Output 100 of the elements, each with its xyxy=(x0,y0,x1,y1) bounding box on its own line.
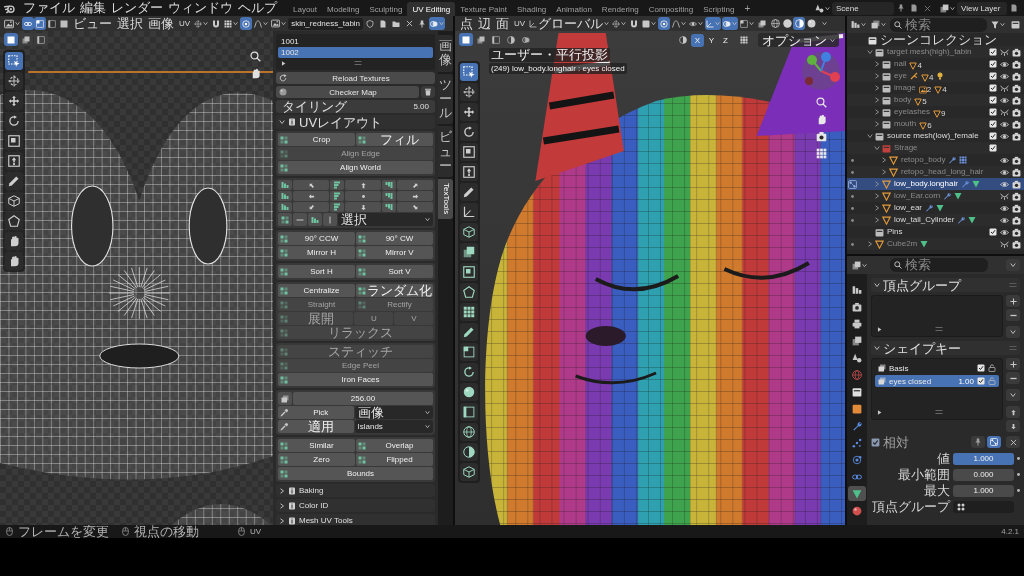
move-down-button[interactable] xyxy=(1006,420,1020,432)
orientation-dropdown[interactable]: グローバル xyxy=(528,17,611,30)
tool-button[interactable]: Flipped xyxy=(356,453,433,466)
align-button[interactable] xyxy=(278,202,292,212)
tiling-field[interactable]: タイリング 5.00 xyxy=(276,100,435,113)
workspace-tab[interactable]: Scripting xyxy=(698,2,740,16)
hand-icon[interactable] xyxy=(250,68,261,79)
tool-button[interactable]: Zero xyxy=(278,453,355,466)
editor-type-dropdown[interactable] xyxy=(3,17,21,30)
closed-eye-icon[interactable] xyxy=(1000,107,1009,117)
sidebar-tab[interactable]: 画像 xyxy=(438,35,453,72)
proportional-button[interactable] xyxy=(240,17,253,30)
workspace-tab[interactable]: Sculpting xyxy=(364,2,408,16)
view-layer-field[interactable]: View Layer xyxy=(957,1,1007,15)
chevron-right-icon[interactable] xyxy=(874,97,880,103)
bevel-tool-button[interactable] xyxy=(460,283,478,301)
checkbox-icon[interactable] xyxy=(988,48,997,56)
sidebar-tab[interactable]: ツール xyxy=(438,73,453,125)
overlay-toggle[interactable] xyxy=(429,17,446,30)
align-arrow-button[interactable] xyxy=(397,180,433,190)
menu-item[interactable]: ファイル xyxy=(21,1,77,15)
workspace-tab[interactable]: Compositing xyxy=(643,2,699,16)
density-button[interactable] xyxy=(278,392,292,405)
chevron-right-icon[interactable] xyxy=(867,241,873,247)
tool-button[interactable]: Sort V xyxy=(356,265,433,278)
mode-dropdown[interactable]: Islands xyxy=(354,420,433,433)
menu-item[interactable]: レンダー xyxy=(109,1,165,15)
mirror-axis-toggle[interactable]: X xyxy=(691,33,704,47)
display-mode-dropdown[interactable] xyxy=(870,18,887,31)
keyframe-dot-icon[interactable] xyxy=(1017,489,1020,492)
mesh-fill-icon[interactable] xyxy=(968,216,977,224)
add-workspace-button[interactable]: + xyxy=(739,2,756,16)
trash-button[interactable] xyxy=(421,86,435,98)
menu-item[interactable]: 面 xyxy=(494,16,511,31)
outliner-row[interactable]: low_Ear.corn xyxy=(847,190,1024,202)
workspace-tab[interactable]: Rendering xyxy=(596,2,644,16)
checkbox-icon[interactable] xyxy=(988,120,997,128)
wrench-icon[interactable] xyxy=(925,204,933,212)
align-button[interactable] xyxy=(278,213,292,226)
menu-item[interactable]: 編集 xyxy=(78,1,108,15)
number-field[interactable]: 1.000 xyxy=(953,484,1014,497)
align-button[interactable] xyxy=(382,202,396,212)
loop-cut-tool-button[interactable] xyxy=(460,303,478,321)
eye-icon[interactable] xyxy=(1000,95,1009,105)
camera-icon[interactable] xyxy=(1012,71,1021,81)
eye-icon[interactable] xyxy=(1000,131,1009,141)
outliner-row[interactable]: retopo_head_long_hair xyxy=(847,166,1024,178)
checkbox-icon[interactable] xyxy=(988,60,997,68)
align-arrow-button[interactable] xyxy=(397,202,433,212)
eye-icon[interactable] xyxy=(1000,227,1009,237)
axis-gizmo-icon[interactable] xyxy=(801,51,841,91)
mesh-fill-icon[interactable] xyxy=(920,240,929,248)
falloff-button[interactable] xyxy=(253,17,270,30)
set-mode-button[interactable] xyxy=(4,33,18,46)
smooth-tool-button[interactable] xyxy=(460,383,478,401)
subtract-mode-button[interactable] xyxy=(489,33,503,46)
shape-key-value-field[interactable]: 1.00 xyxy=(958,375,974,387)
outliner-row[interactable]: low_tail_Cylinder xyxy=(847,214,1024,226)
menu-item[interactable]: UV xyxy=(177,16,193,31)
mesh-fill-icon[interactable] xyxy=(936,204,944,212)
tool-button[interactable]: Pick xyxy=(278,406,354,419)
shrink-tool-button[interactable] xyxy=(460,423,478,441)
panel-header[interactable]: Baking xyxy=(276,484,435,497)
chevron-right-icon[interactable] xyxy=(874,205,880,211)
move-tool-button[interactable] xyxy=(5,92,23,110)
data-tab[interactable] xyxy=(848,486,866,501)
scale-tool-button[interactable] xyxy=(5,132,23,150)
rotate-tool-button[interactable] xyxy=(460,123,478,141)
image-icon[interactable] xyxy=(918,85,927,94)
camera-icon[interactable] xyxy=(1012,239,1021,249)
checkbox-icon[interactable] xyxy=(988,228,997,236)
camera-icon[interactable] xyxy=(1012,203,1021,213)
chevron-right-icon[interactable] xyxy=(874,85,880,91)
tile-item[interactable]: 1002 xyxy=(278,47,433,58)
workspace-tab[interactable]: Layout xyxy=(288,2,323,16)
align-button[interactable] xyxy=(382,191,396,201)
shear-tool-button[interactable] xyxy=(460,443,478,461)
eye-icon[interactable] xyxy=(1000,71,1009,81)
poly-build-tool-button[interactable] xyxy=(460,343,478,361)
align-button[interactable] xyxy=(382,180,396,190)
camera-icon[interactable] xyxy=(1012,119,1021,129)
align-button[interactable] xyxy=(293,213,307,226)
workspace-tab[interactable]: Shading xyxy=(511,2,552,16)
set-mode-button[interactable] xyxy=(459,33,473,46)
search-field[interactable]: 検索 xyxy=(890,17,987,32)
tool-button[interactable]: Sort H xyxy=(278,265,355,278)
chevron-down-icon[interactable] xyxy=(874,145,880,151)
chevron-right-icon[interactable] xyxy=(874,109,880,115)
chevron-right-icon[interactable] xyxy=(874,61,880,67)
editor-type-dropdown[interactable] xyxy=(850,18,867,31)
edge-toggle[interactable] xyxy=(46,17,58,30)
outliner-row[interactable]: Cube2m xyxy=(847,238,1024,250)
tool-button[interactable]: フィル xyxy=(356,133,433,146)
menu-item[interactable]: 点 xyxy=(458,16,475,31)
auto-merge-button[interactable] xyxy=(737,33,751,47)
magnifier-icon[interactable] xyxy=(815,97,827,108)
dot-icon[interactable] xyxy=(850,170,854,174)
camera-icon[interactable] xyxy=(1012,107,1021,117)
reload-textures-button[interactable]: Reload Textures xyxy=(276,72,435,84)
magnifier-icon[interactable] xyxy=(250,51,261,62)
